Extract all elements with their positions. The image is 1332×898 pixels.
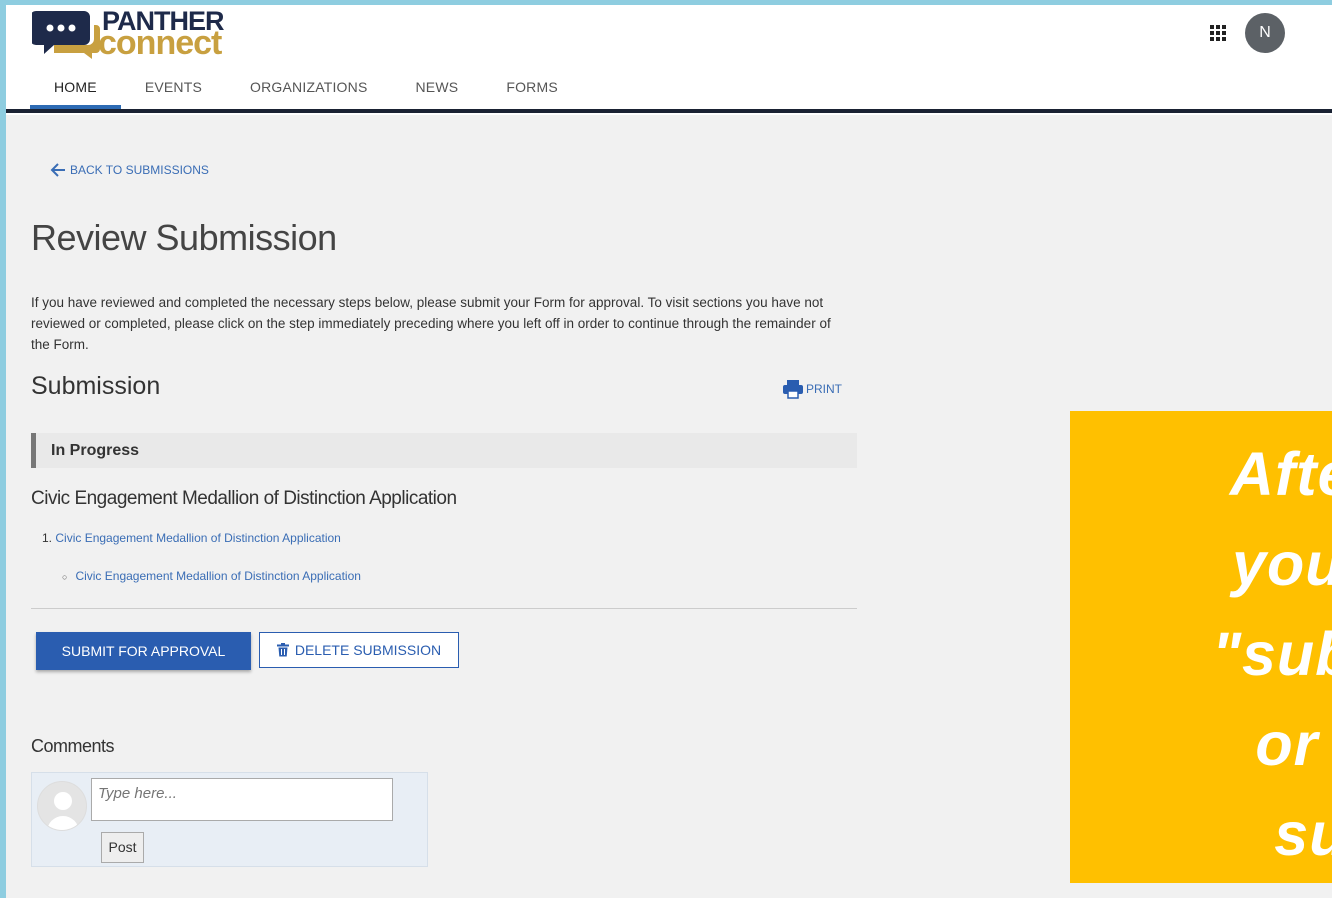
comments-heading: Comments [31, 736, 115, 756]
apps-grid-icon[interactable] [1208, 23, 1228, 43]
step-link[interactable]: Civic Engagement Medallion of Distinctio… [55, 531, 341, 545]
print-label: PRINT [806, 382, 842, 396]
status-banner: In Progress [31, 433, 857, 468]
submit-for-approval-button[interactable]: SUBMIT FOR APPROVAL [36, 632, 251, 670]
callout-line-3: "submit [1212, 620, 1332, 688]
comment-user-avatar-icon [37, 781, 87, 831]
back-to-submissions-link[interactable]: BACK TO SUBMISSIONS [50, 163, 209, 177]
circle-bullet-icon: ○ [62, 572, 68, 582]
callout-line-2: you wi [1232, 530, 1332, 598]
nav-tab-organizations[interactable]: ORGANIZATIONS [226, 75, 391, 109]
chat-bubble-logo-icon [30, 11, 100, 59]
status-label: In Progress [51, 442, 140, 459]
print-button[interactable]: PRINT [782, 379, 842, 399]
logo-text-connect: connect [98, 24, 222, 62]
arrow-left-icon [50, 163, 65, 177]
delete-label: DELETE SUBMISSION [294, 642, 442, 658]
comments-panel: Post [31, 772, 428, 867]
user-avatar[interactable]: N [1245, 13, 1285, 53]
step-number: 1. [42, 531, 53, 545]
intro-paragraph: If you have reviewed and completed the n… [31, 295, 831, 352]
comment-input[interactable] [91, 778, 393, 821]
callout-line-1: After c [1229, 440, 1332, 508]
page-title: Review Submission [31, 217, 337, 258]
callout-line-4: or "d [1255, 710, 1332, 778]
substep-link[interactable]: Civic Engagement Medallion of Distinctio… [75, 569, 361, 583]
step-item[interactable]: 1. Civic Engagement Medallion of Distinc… [42, 531, 341, 545]
back-link-label: BACK TO SUBMISSIONS [70, 163, 209, 177]
substep-item[interactable]: ○ Civic Engagement Medallion of Distincti… [62, 569, 361, 583]
submission-heading: Submission [31, 372, 161, 400]
panther-connect-logo[interactable]: PANTHER connect [30, 7, 242, 62]
nav-tab-home[interactable]: HOME [30, 75, 121, 109]
post-comment-button[interactable]: Post [101, 832, 144, 863]
nav-tab-news[interactable]: NEWS [392, 75, 483, 109]
delete-submission-button[interactable]: DELETE SUBMISSION [259, 632, 459, 668]
callout-line-5: sub [1274, 800, 1332, 868]
trash-icon [276, 643, 289, 657]
nav-tab-events[interactable]: EVENTS [121, 75, 226, 109]
instruction-callout: After c you wi "submit or "d sub [1070, 411, 1332, 883]
section-divider [31, 608, 857, 609]
app-window: PANTHER connect N HOME EVENTS ORGANIZATI… [6, 5, 1332, 898]
nav-tab-forms[interactable]: FORMS [482, 75, 582, 109]
callout-text: After c you wi "submit or "d sub [1070, 429, 1332, 879]
top-header: PANTHER connect N HOME EVENTS ORGANIZATI… [6, 5, 1332, 115]
printer-icon [783, 380, 803, 399]
main-nav: HOME EVENTS ORGANIZATIONS NEWS FORMS [30, 75, 582, 113]
header-divider [6, 109, 1332, 113]
form-name-heading: Civic Engagement Medallion of Distinctio… [31, 488, 457, 509]
